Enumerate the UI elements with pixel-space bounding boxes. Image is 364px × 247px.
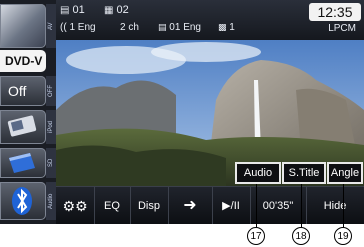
clock: 12:35 <box>309 3 361 21</box>
sidebar-tab-ipod: iPod <box>46 110 56 144</box>
angle-button[interactable]: Angle <box>327 162 363 184</box>
arrow-right-icon: ➜ <box>183 197 197 214</box>
audio-channels: 2 ch <box>120 22 139 33</box>
callout-17: 17 <box>247 227 265 245</box>
bluetooth-audio-button[interactable] <box>0 182 46 220</box>
callout-leader-17 <box>256 184 257 227</box>
ipod-icon <box>7 115 37 137</box>
av-source-button[interactable] <box>0 4 46 48</box>
sidebar-tab-off: OFF <box>46 76 56 106</box>
subtitle-indicator: ▤ 01 Eng <box>158 22 201 33</box>
bluetooth-icon <box>12 187 32 215</box>
title-number: ▤ 01 <box>60 4 85 16</box>
chapter-number: ▦ 02 <box>104 4 129 16</box>
playback-toolbar: ⚙⚙ EQ Disp ➜ ▶/II 00'35" Hide <box>56 186 364 224</box>
audio-format: LPCM <box>328 23 356 34</box>
subtitle-icon: ▤ <box>158 22 167 32</box>
camera-icon: ▩ <box>218 22 227 32</box>
sd-source-button[interactable] <box>0 148 46 178</box>
source-off-label: Off <box>8 83 27 99</box>
ipod-source-button[interactable] <box>0 110 46 144</box>
callout-19: 19 <box>334 227 352 245</box>
audio-track-indicator: (( 1 Eng <box>60 22 96 33</box>
next-page-button[interactable]: ➜ <box>168 187 213 224</box>
sidebar-tab-sd: SD <box>46 148 56 178</box>
sidebar-tab-audio: Audio <box>46 182 56 220</box>
angle-indicator: ▩ 1 <box>218 22 235 33</box>
title-icon: ▤ <box>60 5 70 16</box>
chapter-icon: ▦ <box>104 5 114 16</box>
hide-button[interactable]: Hide <box>306 187 364 224</box>
eq-button[interactable]: EQ <box>94 187 131 224</box>
audio-button[interactable]: Audio <box>235 162 281 184</box>
dvd-source-label: DVD-V <box>5 54 43 68</box>
callout-leader-18 <box>301 184 302 227</box>
subtitle-button[interactable]: S.Title <box>282 162 326 184</box>
play-pause-button[interactable]: ▶/II <box>212 187 251 224</box>
playback-time: 00'35" <box>250 187 307 224</box>
callout-18: 18 <box>292 227 310 245</box>
gear-icon: ⚙⚙ <box>62 198 88 214</box>
source-off-button[interactable]: Off <box>0 76 46 106</box>
settings-button[interactable]: ⚙⚙ <box>56 187 95 224</box>
status-bar: ▤ 01 ▦ 02 12:35 (( 1 Eng 2 ch ▤ 01 Eng ▩… <box>56 0 364 40</box>
audio-waves-icon: (( <box>60 22 67 33</box>
sidebar-tab-av: AV <box>46 4 56 48</box>
disp-button[interactable]: Disp <box>130 187 169 224</box>
source-sidebar: AV DVD-V Off OFF iPod SD Audio <box>0 0 56 224</box>
callout-leader-19 <box>343 184 344 227</box>
sd-card-icon <box>9 153 35 173</box>
dvd-source-button[interactable]: DVD-V <box>0 50 46 72</box>
head-unit-screen: AV DVD-V Off OFF iPod SD Audio ▤ 01 ▦ 02… <box>0 0 364 224</box>
